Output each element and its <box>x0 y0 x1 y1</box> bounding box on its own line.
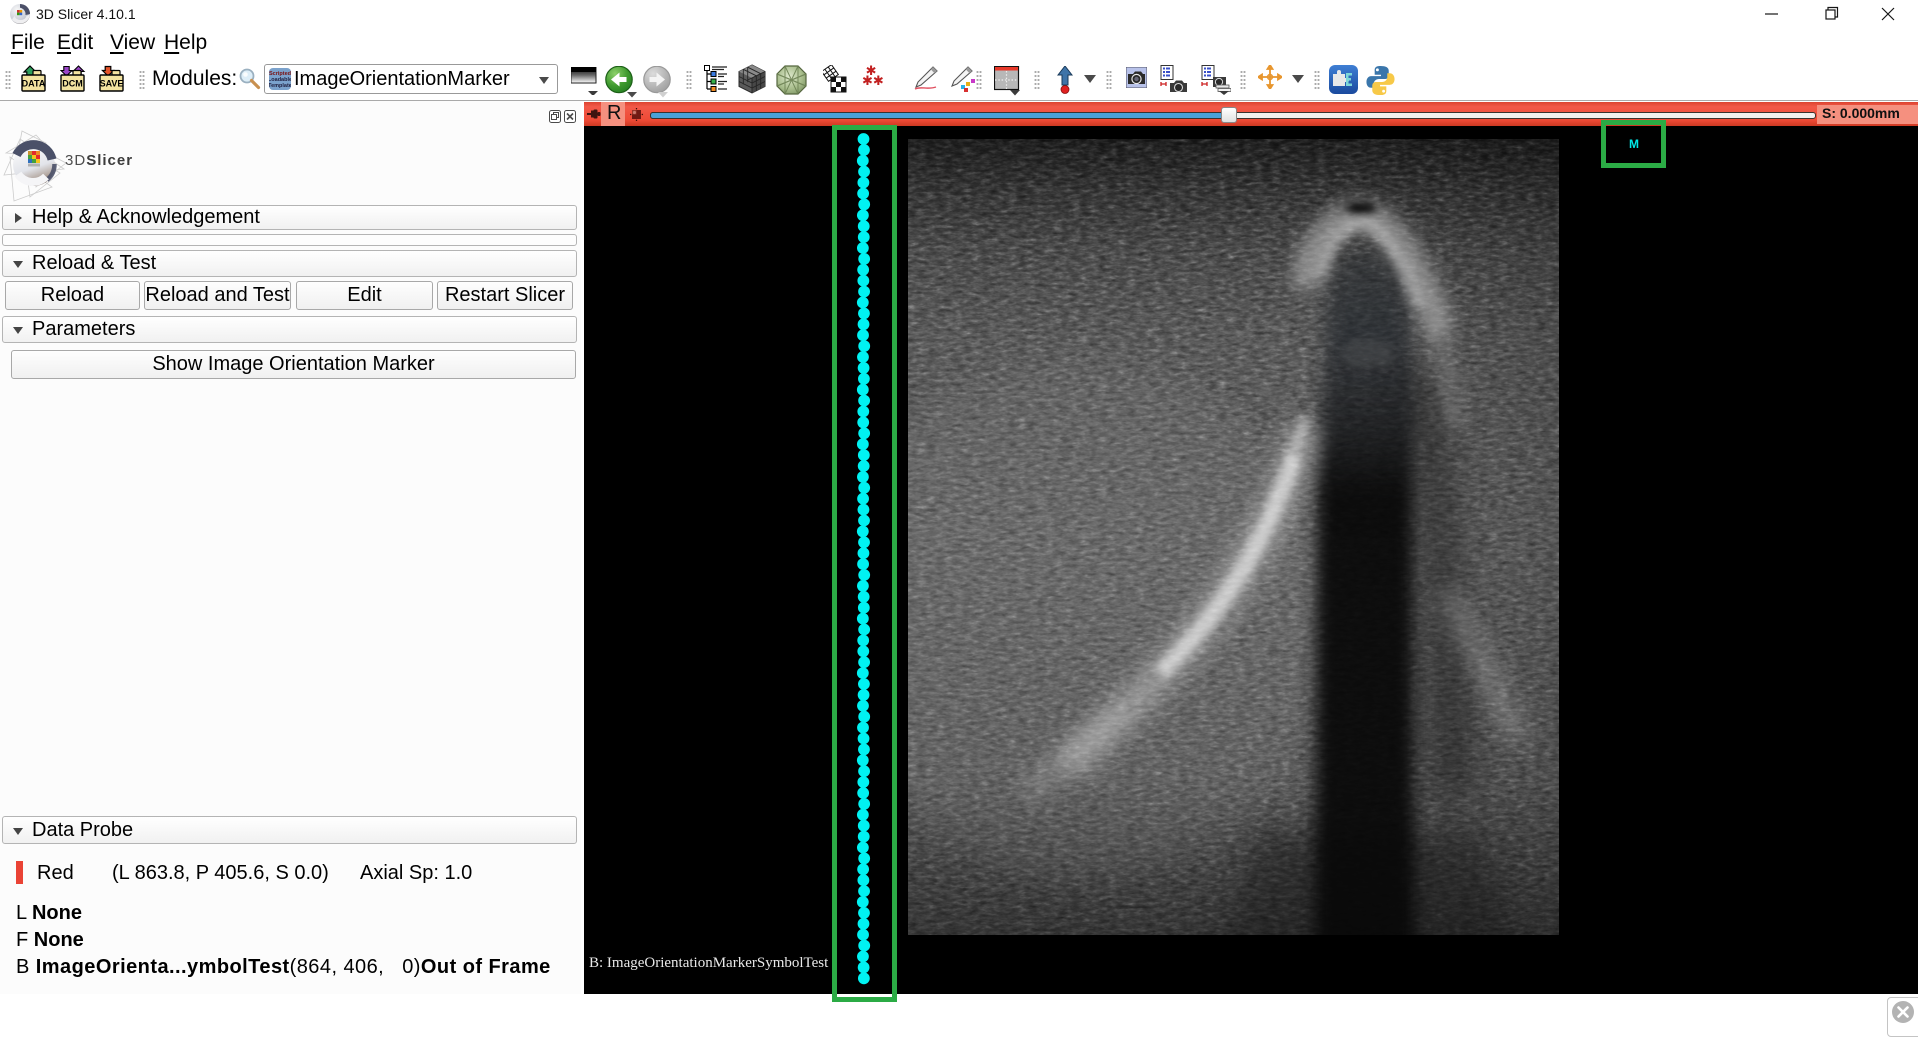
svg-text:SAVE: SAVE <box>100 79 124 89</box>
svg-text:DATA: DATA <box>22 79 46 89</box>
svg-text:DCM: DCM <box>62 79 83 89</box>
svg-text:Template: Template <box>269 83 291 89</box>
